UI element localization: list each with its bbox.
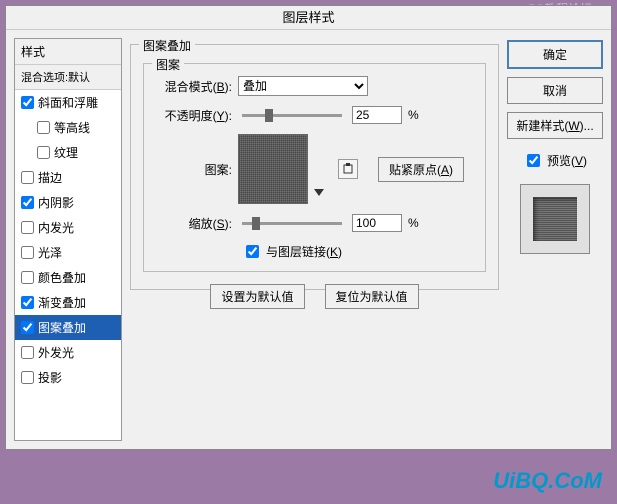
blend-mode-select[interactable]: 叠加	[238, 76, 368, 96]
preview-checkbox[interactable]	[527, 154, 540, 167]
scale-label: 缩放(S):	[154, 215, 232, 232]
opacity-slider[interactable]	[242, 114, 342, 117]
pattern-overlay-fieldset: 图案叠加 图案 混合模式(B): 叠加 不透明度(Y):	[130, 44, 499, 290]
reset-default-button[interactable]: 复位为默认值	[325, 284, 419, 309]
style-label-5: 内发光	[38, 219, 74, 236]
style-label-7: 颜色叠加	[38, 269, 86, 286]
style-checkbox-9[interactable]	[21, 321, 34, 334]
style-item-4[interactable]: 内阴影	[15, 190, 121, 215]
style-label-8: 渐变叠加	[38, 294, 86, 311]
preview-thumbnail	[520, 184, 590, 254]
percent-label: %	[408, 108, 419, 122]
preview-check-row: 预览(V)	[507, 151, 603, 170]
style-checkbox-10[interactable]	[21, 346, 34, 359]
style-checkbox-4[interactable]	[21, 196, 34, 209]
style-item-10[interactable]: 外发光	[15, 340, 121, 365]
style-checkbox-0[interactable]	[21, 96, 34, 109]
style-label-4: 内阴影	[38, 194, 74, 211]
link-with-layer-checkbox[interactable]	[246, 245, 259, 258]
scale-percent-label: %	[408, 216, 419, 230]
cancel-button[interactable]: 取消	[507, 77, 603, 104]
style-checkbox-3[interactable]	[21, 171, 34, 184]
style-item-0[interactable]: 斜面和浮雕	[15, 90, 121, 115]
style-label-10: 外发光	[38, 344, 74, 361]
style-label-3: 描边	[38, 169, 62, 186]
style-checkbox-11[interactable]	[21, 371, 34, 384]
scale-input[interactable]	[352, 214, 402, 232]
pattern-fieldset: 图案 混合模式(B): 叠加 不透明度(Y): %	[143, 63, 486, 272]
main-settings-panel: 图案叠加 图案 混合模式(B): 叠加 不透明度(Y):	[130, 38, 499, 441]
blend-mode-label: 混合模式(B):	[154, 78, 232, 95]
dialog-content: 样式 混合选项:默认 斜面和浮雕等高线纹理描边内阴影内发光光泽颜色叠加渐变叠加图…	[6, 30, 611, 449]
scale-row: 缩放(S): %	[154, 214, 475, 232]
opacity-input[interactable]	[352, 106, 402, 124]
style-label-11: 投影	[38, 369, 62, 386]
style-label-2: 纹理	[54, 144, 78, 161]
style-item-7[interactable]: 颜色叠加	[15, 265, 121, 290]
style-item-1[interactable]: 等高线	[15, 115, 121, 140]
link-with-layer-row: 与图层链接(K)	[242, 242, 475, 261]
defaults-button-row: 设置为默认值 复位为默认值	[143, 284, 486, 309]
layer-style-dialog: 图层样式 样式 混合选项:默认 斜面和浮雕等高线纹理描边内阴影内发光光泽颜色叠加…	[5, 5, 612, 450]
preview-label: 预览(V)	[547, 152, 587, 169]
watermark-bottom: UiBQ.CoM	[493, 468, 602, 494]
style-label-6: 光泽	[38, 244, 62, 261]
pattern-row: 图案: 贴紧原点(A)	[154, 134, 475, 204]
style-label-1: 等高线	[54, 119, 90, 136]
style-item-6[interactable]: 光泽	[15, 240, 121, 265]
style-item-9[interactable]: 图案叠加	[15, 315, 121, 340]
set-default-button[interactable]: 设置为默认值	[210, 284, 304, 309]
style-item-5[interactable]: 内发光	[15, 215, 121, 240]
style-checkbox-2[interactable]	[37, 146, 50, 159]
pattern-swatch[interactable]	[238, 134, 308, 204]
right-buttons-panel: 确定 取消 新建样式(W)... 预览(V)	[507, 38, 603, 441]
opacity-label: 不透明度(Y):	[154, 107, 232, 124]
outer-frame: PS教程论坛 bbs.16xx8.com 图层样式 样式 混合选项:默认 斜面和…	[0, 0, 617, 504]
style-item-8[interactable]: 渐变叠加	[15, 290, 121, 315]
blend-mode-row: 混合模式(B): 叠加	[154, 76, 475, 96]
style-item-11[interactable]: 投影	[15, 365, 121, 390]
style-checkbox-8[interactable]	[21, 296, 34, 309]
link-label: 与图层链接(K)	[266, 243, 342, 260]
pattern-dropdown-icon[interactable]	[314, 186, 324, 200]
pattern-subtitle: 图案	[152, 56, 184, 73]
styles-list-panel: 样式 混合选项:默认 斜面和浮雕等高线纹理描边内阴影内发光光泽颜色叠加渐变叠加图…	[14, 38, 122, 441]
preview-inner	[533, 197, 577, 241]
dialog-title: 图层样式	[6, 6, 611, 30]
opacity-row: 不透明度(Y): %	[154, 106, 475, 124]
style-label-9: 图案叠加	[38, 319, 86, 336]
pattern-label: 图案:	[154, 161, 232, 178]
styles-header[interactable]: 样式	[15, 39, 121, 65]
section-title: 图案叠加	[139, 37, 195, 54]
snap-origin-button[interactable]: 贴紧原点(A)	[378, 157, 464, 182]
scale-slider[interactable]	[242, 222, 342, 225]
style-item-3[interactable]: 描边	[15, 165, 121, 190]
blending-options-row[interactable]: 混合选项:默认	[15, 65, 121, 90]
style-checkbox-6[interactable]	[21, 246, 34, 259]
new-preset-icon[interactable]	[338, 159, 358, 179]
style-checkbox-7[interactable]	[21, 271, 34, 284]
new-style-button[interactable]: 新建样式(W)...	[507, 112, 603, 139]
ok-button[interactable]: 确定	[507, 40, 603, 69]
style-checkbox-1[interactable]	[37, 121, 50, 134]
style-item-2[interactable]: 纹理	[15, 140, 121, 165]
style-checkbox-5[interactable]	[21, 221, 34, 234]
style-label-0: 斜面和浮雕	[38, 94, 98, 111]
